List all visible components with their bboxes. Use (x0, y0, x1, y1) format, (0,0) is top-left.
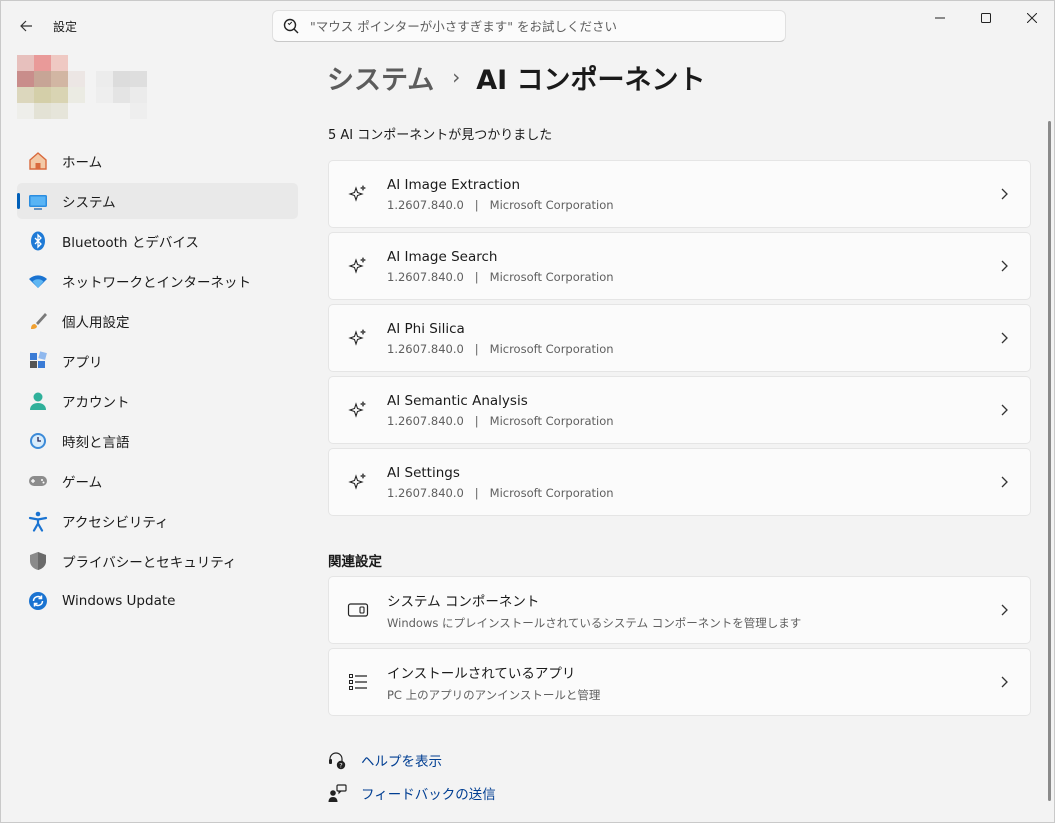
minimize-button[interactable] (917, 1, 963, 35)
gamepad-icon (27, 470, 49, 492)
chevron-right-icon (994, 404, 1014, 416)
app-title: 設定 (53, 20, 78, 34)
scrollbar[interactable] (1048, 121, 1051, 801)
component-card-semantic-analysis[interactable]: AI Semantic Analysis 1.2607.840.0 | Micr… (328, 376, 1031, 444)
sidebar-item-accessibility[interactable]: アクセシビリティ (17, 503, 298, 539)
svg-text:?: ? (339, 762, 342, 770)
system-component-icon (347, 599, 369, 621)
sidebar-item-network[interactable]: ネットワークとインターネット (17, 263, 298, 299)
sidebar-item-time-language[interactable]: 時刻と言語 (17, 423, 298, 459)
component-details: 1.2607.840.0 | Microsoft Corporation (387, 341, 614, 356)
sparkle-icon (347, 399, 369, 421)
sidebar-item-apps[interactable]: アプリ (17, 343, 298, 379)
shield-icon (27, 550, 49, 572)
component-card-phi-silica[interactable]: AI Phi Silica 1.2607.840.0 | Microsoft C… (328, 304, 1031, 372)
sparkle-icon (347, 327, 369, 349)
apps-icon (27, 350, 49, 372)
component-details: 1.2607.840.0 | Microsoft Corporation (387, 269, 614, 284)
chevron-right-icon (994, 476, 1014, 488)
related-card-installed-apps[interactable]: インストールされているアプリ PC 上のアプリのアンインストールと管理 (328, 648, 1031, 716)
help-link-label[interactable]: ヘルプを表示 (361, 750, 442, 770)
component-details: 1.2607.840.0 | Microsoft Corporation (387, 413, 614, 428)
chevron-right-icon (994, 676, 1014, 688)
related-title: システム コンポーネント (387, 593, 540, 610)
components-count-label: 5 AI コンポーネントが見つかりました (328, 128, 553, 143)
close-button[interactable] (1009, 1, 1054, 35)
related-title: インストールされているアプリ (387, 665, 576, 682)
related-settings-title: 関連設定 (328, 554, 382, 570)
page-title: AI コンポーネント (476, 64, 706, 96)
related-subtitle: Windows にプレインストールされているシステム コンポーネントを管理します (387, 615, 802, 630)
wifi-icon (27, 270, 49, 292)
back-arrow-icon (20, 20, 32, 32)
feedback-icon (326, 783, 348, 803)
sidebar-item-system[interactable]: システム (17, 183, 298, 219)
related-card-system-components[interactable]: システム コンポーネント Windows にプレインストールされているシステム … (328, 576, 1031, 644)
breadcrumb-parent-link[interactable]: システム (327, 58, 434, 97)
breadcrumb: システム › AI コンポーネント (327, 57, 706, 97)
search-input[interactable] (310, 18, 785, 34)
chevron-right-icon (994, 188, 1014, 200)
chevron-right-icon: › (452, 65, 461, 89)
component-title: AI Image Extraction (387, 176, 520, 193)
accessibility-icon (27, 510, 49, 532)
update-icon (27, 590, 49, 612)
sidebar-item-personalization[interactable]: 個人用設定 (17, 303, 298, 339)
help-icon: ? (326, 750, 348, 770)
installed-apps-icon (347, 671, 369, 693)
minimize-icon (935, 17, 945, 19)
sparkle-icon (347, 255, 369, 277)
sparkle-icon (347, 471, 369, 493)
sidebar-nav: ホーム システム Bluetooth とデバイス ネットワークとインターネット … (17, 143, 298, 623)
back-button[interactable] (11, 11, 41, 41)
feedback-link-label[interactable]: フィードバックの送信 (361, 783, 496, 803)
component-details: 1.2607.840.0 | Microsoft Corporation (387, 485, 614, 500)
chevron-right-icon (994, 260, 1014, 272)
chevron-right-icon (994, 604, 1014, 616)
component-title: AI Settings (387, 464, 460, 481)
component-title: AI Image Search (387, 248, 498, 265)
maximize-button[interactable] (963, 1, 1009, 35)
sidebar-item-home[interactable]: ホーム (17, 143, 298, 179)
component-title: AI Semantic Analysis (387, 392, 528, 409)
component-card-image-search[interactable]: AI Image Search 1.2607.840.0 | Microsoft… (328, 232, 1031, 300)
component-card-image-extraction[interactable]: AI Image Extraction 1.2607.840.0 | Micro… (328, 160, 1031, 228)
component-card-ai-settings[interactable]: AI Settings 1.2607.840.0 | Microsoft Cor… (328, 448, 1031, 516)
related-subtitle: PC 上のアプリのアンインストールと管理 (387, 687, 601, 702)
brush-icon (27, 310, 49, 332)
search-box[interactable] (272, 10, 786, 42)
chevron-right-icon (994, 332, 1014, 344)
sidebar-item-gaming[interactable]: ゲーム (17, 463, 298, 499)
help-link[interactable]: ? ヘルプを表示 (326, 748, 442, 772)
account-icon (27, 390, 49, 412)
settings-window: 設定 "マウス ポインターが小さすぎます" をお試しください ホーム システム … (0, 0, 1055, 823)
maximize-icon (981, 13, 991, 23)
system-icon (27, 190, 49, 212)
search-icon (282, 17, 304, 35)
component-title: AI Phi Silica (387, 320, 465, 337)
feedback-link[interactable]: フィードバックの送信 (326, 781, 496, 805)
component-details: 1.2607.840.0 | Microsoft Corporation (387, 197, 614, 212)
sidebar-item-accounts[interactable]: アカウント (17, 383, 298, 419)
home-icon (27, 150, 49, 172)
sparkle-icon (347, 183, 369, 205)
sidebar-item-privacy[interactable]: プライバシーとセキュリティ (17, 543, 298, 579)
title-bar: 設定 (1, 1, 1054, 49)
user-profile[interactable] (17, 55, 157, 121)
close-icon (1027, 13, 1037, 23)
sidebar-item-windows-update[interactable]: Windows Update (17, 583, 298, 619)
bluetooth-icon (27, 230, 49, 252)
time-language-icon (27, 430, 49, 452)
sidebar-item-bluetooth[interactable]: Bluetooth とデバイス (17, 223, 298, 259)
